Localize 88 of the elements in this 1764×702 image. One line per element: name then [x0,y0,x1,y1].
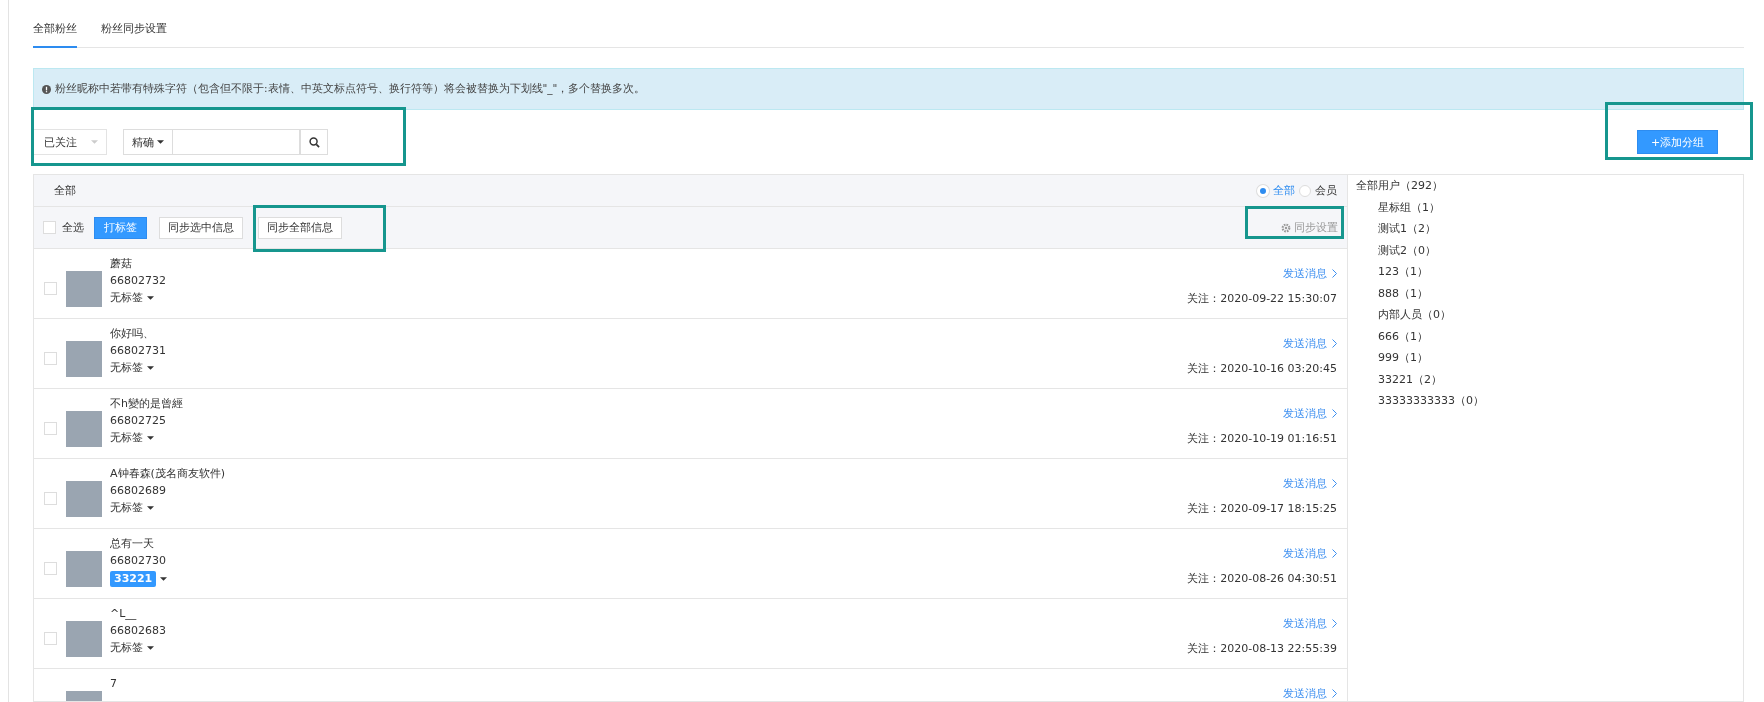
photo-placeholder [66,551,102,587]
tag-label: 无标签 [110,501,143,515]
group-item[interactable]: 星标组（1） [1356,200,1743,215]
tag-label: 无标签 [110,361,143,375]
fan-name: ^L__ [110,607,138,621]
photo-placeholder [66,481,102,517]
fan-id: 66802683 [110,624,166,638]
fan-name: 7 [110,677,117,691]
tag-label: 无标签 [110,291,143,305]
follow-time: 关注：2020-09-22 15:30:07 [1187,291,1337,306]
chevron-icon [1332,409,1337,418]
send-message-link[interactable]: 发送消息 [1283,546,1337,561]
group-item[interactable]: 内部人员（0） [1356,308,1743,322]
search-field[interactable] [173,129,300,155]
photo-placeholder [66,271,102,307]
fan-id: 66802725 [110,414,167,428]
fan-name: 蘑菇 [110,257,133,271]
filter-radio[interactable]: 会员 [1299,183,1337,198]
tab[interactable]: 全部粉丝 [33,21,77,48]
tab[interactable]: 粉丝同步设置 [101,21,167,48]
row-checkbox[interactable] [44,562,57,575]
send-message-link[interactable]: 发送消息 [1283,476,1337,491]
list-title: 全部 [54,183,76,198]
caret-icon[interactable] [147,296,154,300]
photo-placeholder [66,341,102,377]
search-button[interactable] [300,129,328,155]
row-checkbox[interactable] [44,282,57,295]
select-all-label: 全选 [62,220,84,235]
group-item[interactable]: 123（1） [1356,265,1743,279]
group-item[interactable]: 888（1） [1356,286,1743,301]
status-dropdown[interactable]: 已关注 [33,129,107,155]
tag-label: 无标签 [110,641,143,655]
chevron-icon [1332,339,1337,348]
follow-time: 关注：2020-08-26 04:30:51 [1187,571,1337,586]
fan-id: 66802730 [110,554,167,568]
tag-badge: 33221 [110,571,157,587]
info-icon [42,84,51,94]
caret-icon[interactable] [160,577,168,581]
row-checkbox[interactable] [44,352,57,365]
fan-id: 66802689 [110,484,167,498]
follow-time: 关注：2020-10-19 01:16:51 [1187,431,1337,446]
send-message-link[interactable]: 发送消息 [1283,616,1337,631]
caret-icon[interactable] [147,506,154,510]
sync-selected-button[interactable]: 同步选中信息 [159,216,243,239]
group-item[interactable]: 测试1（2） [1356,222,1743,236]
chevron-icon [1332,479,1337,488]
fan-name: 你好吗、 [110,327,155,341]
photo-placeholder [66,411,102,447]
gear-icon [1281,222,1291,233]
send-message-link[interactable]: 发送消息 [1283,406,1337,421]
caret-icon[interactable] [147,436,154,440]
fan-name: 不h變的是曾經 [110,397,183,411]
group-item[interactable]: 999（1） [1356,351,1743,365]
chevron-icon [1332,549,1337,558]
send-message-link[interactable]: 发送消息 [1283,266,1337,281]
row-checkbox[interactable] [44,492,57,505]
follow-time: 关注：2020-09-17 18:15:25 [1187,501,1337,516]
fan-name: A钟春森(茂名商友软件) [110,467,226,481]
tag-label: 无标签 [110,431,143,445]
row-checkbox[interactable] [44,632,57,645]
fan-id: 66802731 [110,344,166,358]
caret-icon[interactable] [147,646,154,650]
search-icon [308,136,320,148]
radio-label: 全部 [1273,183,1295,198]
sync-all-button[interactable]: 同步全部信息 [258,216,342,239]
chevron-icon [1332,269,1337,278]
follow-time: 关注：2020-10-16 03:20:45 [1187,361,1337,376]
chevron-icon [1332,619,1337,628]
fan-name: 总有一天 [110,537,155,551]
group-item[interactable]: 全部用户（292） [1356,179,1743,193]
photo-placeholder [66,621,102,657]
chevron-icon [1332,689,1337,698]
caret-icon[interactable] [147,366,154,370]
row-checkbox[interactable] [44,422,57,435]
group-item[interactable]: 666（1） [1356,329,1743,344]
notice-text: 粉丝昵称中若带有特殊字符（包含但不限于:表情、中英文标点符号、换行符等）将会被替换为下划线"_"，多个替换多次。 [55,82,646,96]
caret-icon [157,140,164,144]
group-item[interactable]: 33221（2） [1356,372,1743,387]
follow-time: 关注：2020-08-13 22:55:39 [1187,641,1337,656]
match-mode-dropdown[interactable]: 精确 [123,129,173,155]
group-item[interactable]: 33333333333（0） [1356,394,1743,408]
send-message-link[interactable]: 发送消息 [1283,686,1337,701]
radio-label: 会员 [1315,183,1337,198]
group-item[interactable]: 测试2（0） [1356,243,1743,258]
select-all-checkbox[interactable] [43,221,56,234]
caret-icon [91,140,98,144]
send-message-link[interactable]: 发送消息 [1283,336,1337,351]
fan-id: 66802732 [110,274,166,288]
